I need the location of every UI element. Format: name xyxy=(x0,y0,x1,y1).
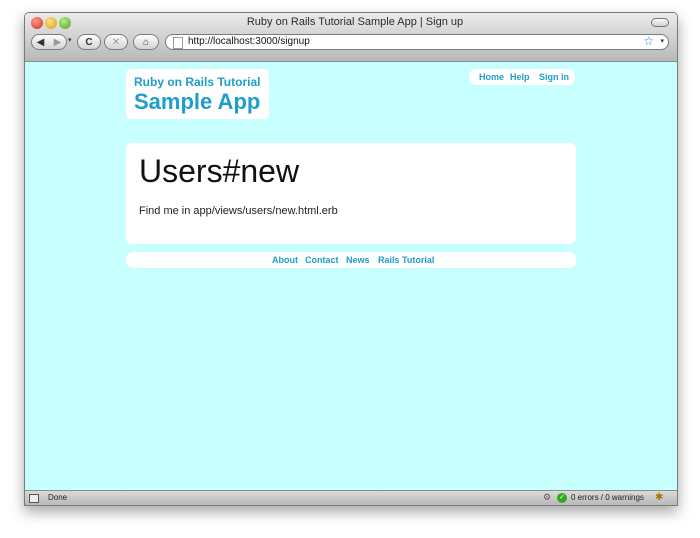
page-text: Find me in app/views/users/new.html.erb xyxy=(139,205,338,217)
bookmark-dropdown-icon[interactable]: ▾ xyxy=(660,37,664,45)
browser-window: Ruby on Rails Tutorial Sample App | Sign… xyxy=(24,12,678,506)
nav-sign-in-link[interactable]: Sign in xyxy=(539,72,569,82)
status-text: Done xyxy=(48,493,68,502)
minimize-window-button[interactable] xyxy=(45,17,57,29)
footer-rails-tutorial-link[interactable]: Rails Tutorial xyxy=(378,255,434,265)
history-dropdown-icon[interactable]: ▾ xyxy=(68,36,72,44)
validation-check-icon[interactable]: ✓ xyxy=(557,493,567,503)
forward-icon[interactable]: ▶ xyxy=(49,35,66,51)
page-icon xyxy=(173,37,183,49)
bookmark-star-icon[interactable]: ☆ xyxy=(643,34,654,48)
page-status-icon xyxy=(29,494,39,503)
header-nav: Home Help Sign in xyxy=(469,69,575,85)
window-title: Ruby on Rails Tutorial Sample App | Sign… xyxy=(246,16,464,28)
cog-icon[interactable]: ⚙ xyxy=(543,492,551,503)
toolbar-toggle-button[interactable] xyxy=(651,18,669,27)
page-heading: Users#new xyxy=(139,153,300,189)
footer-nav: About Contact News Rails Tutorial xyxy=(126,252,576,268)
home-button[interactable]: ⌂ xyxy=(133,34,159,50)
reload-button[interactable]: C xyxy=(77,34,101,50)
stop-icon: ✕ xyxy=(111,37,121,48)
title-bar: Ruby on Rails Tutorial Sample App | Sign… xyxy=(25,13,677,62)
reload-icon: C xyxy=(85,37,93,48)
zoom-window-button[interactable] xyxy=(59,17,71,29)
extension-icon[interactable]: ✱ xyxy=(655,492,663,503)
close-window-button[interactable] xyxy=(31,17,43,29)
validation-summary[interactable]: 0 errors / 0 warnings xyxy=(571,493,644,502)
footer-contact-link[interactable]: Contact xyxy=(305,255,339,265)
main-panel: Users#new Find me in app/views/users/new… xyxy=(126,143,576,244)
address-bar[interactable]: http://localhost:3000/signup ☆ ▾ xyxy=(165,34,669,50)
logo-title: Sample App xyxy=(134,89,261,114)
url-text[interactable]: http://localhost:3000/signup xyxy=(188,36,310,47)
footer-about-link[interactable]: About xyxy=(272,255,298,265)
nav-home-link[interactable]: Home xyxy=(479,72,504,82)
logo-subtitle: Ruby on Rails Tutorial xyxy=(134,75,261,89)
back-icon[interactable]: ◀ xyxy=(32,35,49,51)
stop-button[interactable]: ✕ xyxy=(104,34,128,50)
nav-help-link[interactable]: Help xyxy=(510,72,530,82)
logo[interactable]: Ruby on Rails Tutorial Sample App xyxy=(126,69,269,119)
status-bar: Done ⚙ ✓ 0 errors / 0 warnings ✱ xyxy=(25,490,677,505)
back-forward-buttons: ◀ ▶ xyxy=(31,34,67,50)
page-content: Ruby on Rails Tutorial Sample App Home H… xyxy=(25,62,677,490)
home-icon: ⌂ xyxy=(142,37,150,48)
footer-news-link[interactable]: News xyxy=(346,255,370,265)
